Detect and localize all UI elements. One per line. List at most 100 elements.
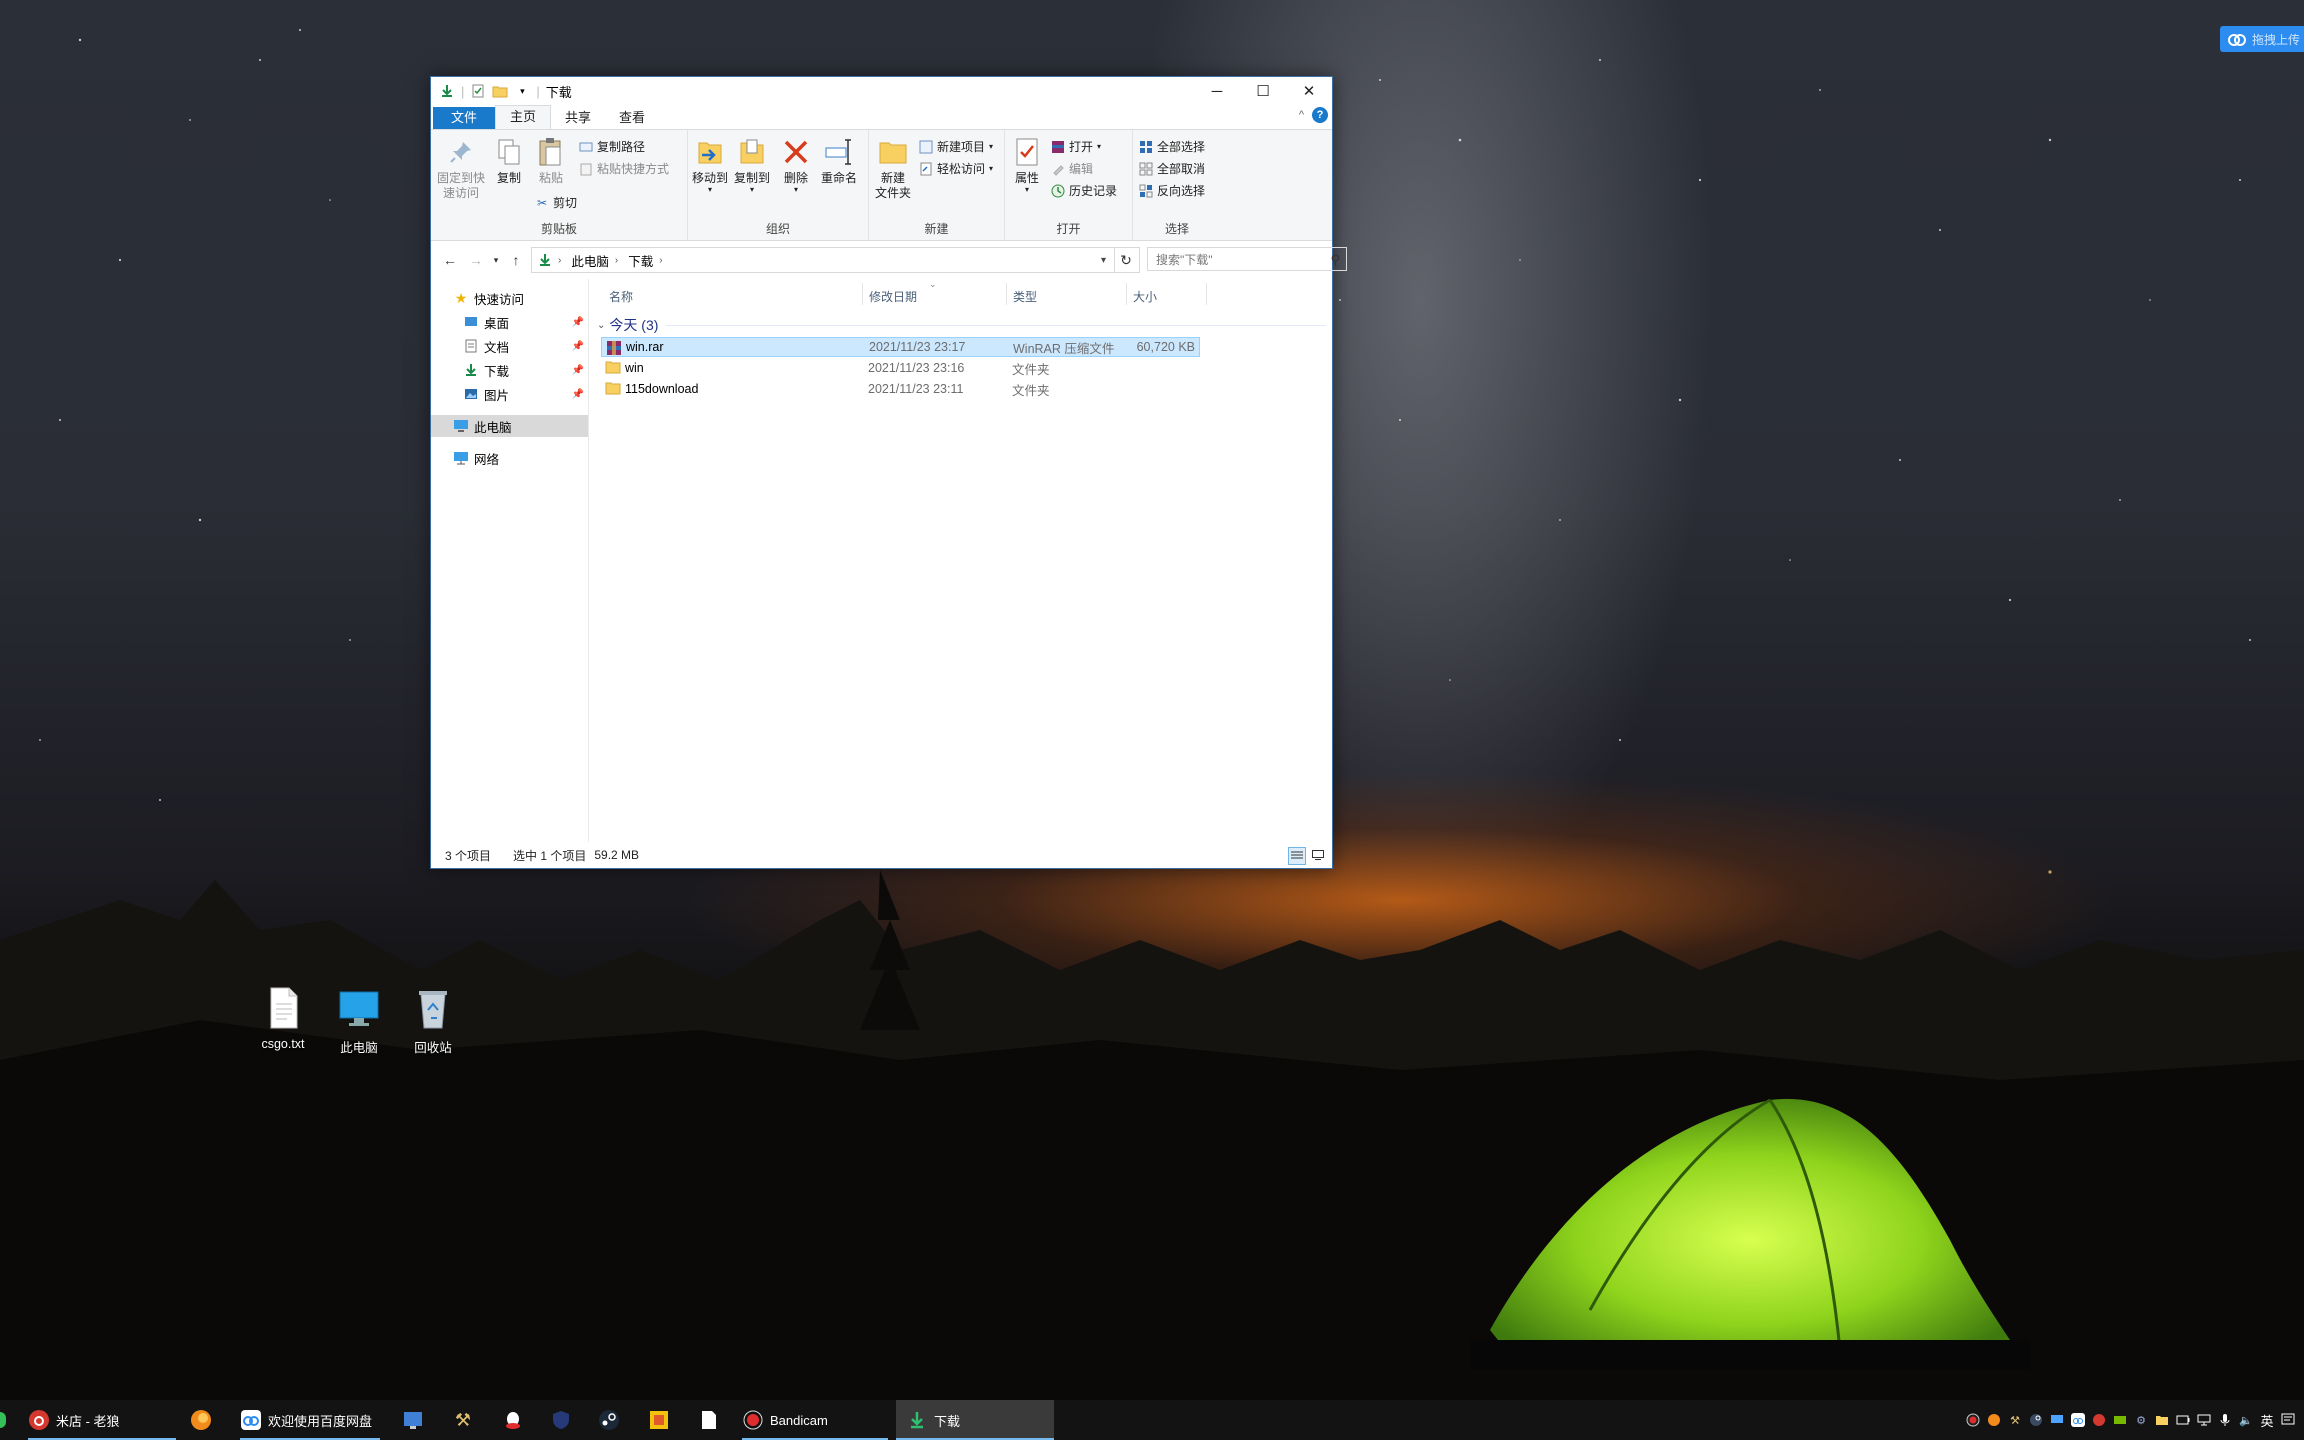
up-button[interactable]: ↑ [503,252,529,268]
column-type[interactable]: 类型 [1013,288,1037,305]
breadcrumb-this-pc[interactable]: 此电脑 [571,251,609,270]
copy-to-button[interactable]: 复制到 ▾ [732,136,772,194]
nav-desktop[interactable]: 桌面 📌 [431,311,588,333]
tab-share[interactable]: 共享 [551,107,605,129]
details-view-icon[interactable] [1288,847,1306,865]
group-header-today[interactable]: ⌄ 今天 (3) [597,315,1326,335]
help-icon[interactable]: ? [1312,107,1328,123]
display-tray-icon[interactable] [2049,1412,2065,1428]
file-row[interactable]: win 2021/11/23 23:16 文件夹 [601,358,1200,378]
move-to-button[interactable]: 移动到 ▾ [690,136,730,194]
notification-icon[interactable] [2280,1412,2296,1428]
taskbar-netease-music[interactable]: 米店 - 老狼 [28,1400,176,1440]
tab-view[interactable]: 查看 [605,107,659,129]
column-size[interactable]: 大小 [1133,288,1157,305]
taskbar-explorer-downloads[interactable]: 下载 [896,1400,1054,1440]
taskbar-browser[interactable] [190,1400,218,1440]
desktop-icon-recycle-bin[interactable]: 回收站 [398,986,468,1056]
history-button[interactable]: 历史记录 [1051,182,1117,199]
file-explorer-window: | ▾ | 下载 ─ ☐ ✕ 文件 主页 共享 查看 ^ ? 固定到快速访问 复… [430,76,1347,869]
nav-quick-access[interactable]: ★ 快速访问 [431,287,588,309]
network-tray-icon[interactable] [2196,1412,2212,1428]
battery-tray-icon[interactable] [2175,1412,2191,1428]
recent-locations-button[interactable]: ▾ [489,255,503,266]
nav-downloads[interactable]: 下载 📌 [431,359,588,381]
address-dropdown-icon[interactable]: ▾ [1101,255,1106,266]
folder-tray-icon[interactable] [2154,1412,2170,1428]
easy-access-button[interactable]: 轻松访问 ▾ [919,160,993,177]
copy-button[interactable]: 复制 [489,136,529,186]
properties-button[interactable]: 属性 ▾ [1009,136,1045,194]
back-button[interactable]: ← [437,252,463,268]
copy-path-button[interactable]: 复制路径 [579,138,645,155]
column-name[interactable]: 名称 [609,288,633,305]
select-none-button[interactable]: 全部取消 [1139,160,1205,177]
netease-tray-icon[interactable] [2091,1412,2107,1428]
address-bar[interactable]: › 此电脑 › 下载 › ▾ [531,247,1115,273]
taskbar-notepad[interactable] [698,1400,726,1440]
easy-access-icon [920,162,932,175]
wizard-tray-icon[interactable]: ⚒ [2007,1412,2023,1428]
record-tray-icon[interactable] [1965,1412,1981,1428]
baidu-float-upload[interactable]: 拖拽上传 [2220,26,2304,52]
desktop-icon-this-pc[interactable]: 此电脑 [324,986,394,1056]
taskbar-app-4[interactable] [648,1400,676,1440]
edit-button[interactable]: 编辑 [1051,160,1093,177]
volume-tray-icon[interactable]: 🔈 [2238,1412,2254,1428]
nvidia-tray-icon[interactable] [2112,1412,2128,1428]
microphone-tray-icon[interactable] [2217,1412,2233,1428]
open-button[interactable]: 打开 ▾ [1051,138,1101,155]
taskbar-qq[interactable] [502,1400,530,1440]
taskbar-app-1[interactable] [402,1400,430,1440]
new-folder-qat-icon[interactable] [492,83,508,99]
taskbar-steam[interactable] [598,1400,626,1440]
close-button[interactable]: ✕ [1286,77,1332,105]
nav-this-pc[interactable]: 此电脑 [431,415,588,437]
file-name: win.rar [626,340,664,354]
column-date[interactable]: 修改日期 [869,288,917,305]
browser-tray-icon[interactable] [1986,1412,2002,1428]
cut-button[interactable]: ✂ 剪切 [535,194,577,211]
search-box[interactable]: 搜索"下载" ⚲ [1147,247,1347,271]
input-language[interactable]: 英 [2259,1412,2275,1429]
tab-file[interactable]: 文件 [433,107,496,129]
taskbar-bandicam[interactable]: Bandicam [742,1400,888,1440]
nav-pictures[interactable]: 图片 📌 [431,383,588,405]
new-folder-button[interactable]: 新建 文件夹 [873,136,913,201]
forward-button[interactable]: → [463,252,489,268]
refresh-button[interactable]: ↻ [1113,247,1140,273]
nav-network[interactable]: 网络 [431,447,588,469]
invert-selection-button[interactable]: 反向选择 [1139,182,1205,199]
qat-dropdown-icon[interactable]: ▾ [514,83,530,99]
file-row[interactable]: 115download 2021/11/23 23:11 文件夹 [601,379,1200,399]
maximize-button[interactable]: ☐ [1240,77,1286,105]
group-organize: 移动到 ▾ 复制到 ▾ 删除 ▾ 重命名 组织 [688,130,869,240]
properties-qat-icon[interactable] [470,83,486,99]
breadcrumb-downloads[interactable]: 下载 [628,251,653,270]
app-tray-icon[interactable]: ⚙ [2133,1412,2149,1428]
select-none-icon [1139,162,1153,175]
minimize-button[interactable]: ─ [1194,77,1240,105]
new-item-button[interactable]: 新建项目 ▾ [919,138,993,155]
desktop-icon-csgo-txt[interactable]: csgo.txt [248,986,318,1051]
tab-home[interactable]: 主页 [495,105,552,129]
pin-quick-access-button[interactable]: 固定到快速访问 [435,136,487,201]
delete-button[interactable]: 删除 ▾ [778,136,814,194]
baidu-tray-icon[interactable] [2070,1412,2086,1428]
file-type: WinRAR 压缩文件 [1013,341,1115,356]
desktop-icon-label: csgo.txt [261,1037,305,1051]
large-icons-view-icon[interactable] [1310,847,1326,863]
taskbar-baidu-netdisk[interactable]: 欢迎使用百度网盘 [240,1400,380,1440]
paste-button[interactable]: 粘贴 [531,136,571,186]
copy-icon [498,139,520,165]
select-all-button[interactable]: 全部选择 [1139,138,1205,155]
paste-shortcut-button[interactable]: 粘贴快捷方式 [579,160,669,177]
taskbar-app-2[interactable]: ⚒ [452,1400,480,1440]
status-item-count: 3 个项目 [445,848,492,863]
nav-documents[interactable]: 文档 📌 [431,335,588,357]
collapse-ribbon-icon[interactable]: ^ [1299,109,1304,121]
taskbar-app-3[interactable] [550,1400,578,1440]
rename-button[interactable]: 重命名 [816,136,862,186]
steam-tray-icon[interactable] [2028,1412,2044,1428]
file-row[interactable]: win.rar 2021/11/23 23:17 WinRAR 压缩文件 60,… [601,337,1200,357]
